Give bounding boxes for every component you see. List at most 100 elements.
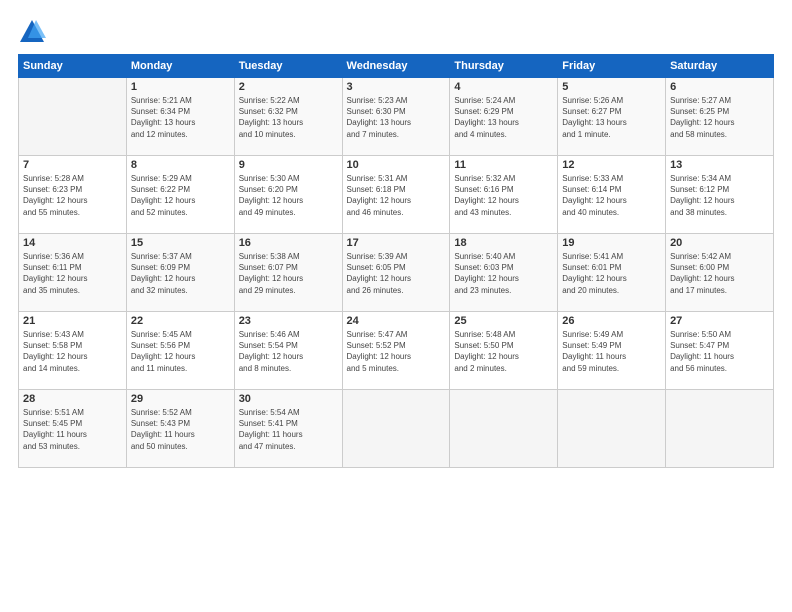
calendar-cell: 6 Sunrise: 5:27 AM Sunset: 6:25 PM Daylig… xyxy=(666,78,774,156)
calendar-cell: 4Sunrise: 5:24 AM Sunset: 6:29 PM Daylig… xyxy=(450,78,558,156)
day-number: 10 xyxy=(347,159,446,171)
calendar-cell: 7 Sunrise: 5:28 AM Sunset: 6:23 PM Daylig… xyxy=(19,156,127,234)
logo xyxy=(18,18,50,46)
day-info: Sunrise: 5:50 AM Sunset: 5:47 PM Dayligh… xyxy=(670,329,769,374)
day-number: 21 xyxy=(23,315,122,327)
day-info: Sunrise: 5:48 AM Sunset: 5:50 PM Dayligh… xyxy=(454,329,553,374)
day-info: Sunrise: 5:22 AM Sunset: 6:32 PM Dayligh… xyxy=(239,95,338,140)
day-info: Sunrise: 5:40 AM Sunset: 6:03 PM Dayligh… xyxy=(454,251,553,296)
day-number: 11 xyxy=(454,159,553,171)
day-number: 8 xyxy=(131,159,230,171)
day-number: 2 xyxy=(239,81,338,93)
day-number: 22 xyxy=(131,315,230,327)
day-number: 17 xyxy=(347,237,446,249)
calendar-cell xyxy=(342,390,450,468)
day-info: Sunrise: 5:27 AM Sunset: 6:25 PM Dayligh… xyxy=(670,95,769,140)
day-info: Sunrise: 5:42 AM Sunset: 6:00 PM Dayligh… xyxy=(670,251,769,296)
calendar-cell xyxy=(19,78,127,156)
calendar-cell: 10 Sunrise: 5:31 AM Sunset: 6:18 PM Dayli… xyxy=(342,156,450,234)
day-number: 26 xyxy=(562,315,661,327)
day-number: 19 xyxy=(562,237,661,249)
calendar-cell: 26 Sunrise: 5:49 AM Sunset: 5:49 PM Dayli… xyxy=(558,312,666,390)
day-info: Sunrise: 5:33 AM Sunset: 6:14 PM Dayligh… xyxy=(562,173,661,218)
day-number: 4 xyxy=(454,81,553,93)
calendar-table: SundayMondayTuesdayWednesdayThursdayFrid… xyxy=(18,54,774,468)
day-info: Sunrise: 5:28 AM Sunset: 6:23 PM Dayligh… xyxy=(23,173,122,218)
logo-icon xyxy=(18,18,46,46)
calendar-cell: 16Sunrise: 5:38 AM Sunset: 6:07 PM Dayli… xyxy=(234,234,342,312)
calendar-cell: 13 Sunrise: 5:34 AM Sunset: 6:12 PM Dayli… xyxy=(666,156,774,234)
day-info: Sunrise: 5:29 AM Sunset: 6:22 PM Dayligh… xyxy=(131,173,230,218)
day-number: 12 xyxy=(562,159,661,171)
calendar-cell: 17 Sunrise: 5:39 AM Sunset: 6:05 PM Dayli… xyxy=(342,234,450,312)
day-number: 30 xyxy=(239,393,338,405)
day-info: Sunrise: 5:46 AM Sunset: 5:54 PM Dayligh… xyxy=(239,329,338,374)
calendar-cell: 21 Sunrise: 5:43 AM Sunset: 5:58 PM Dayli… xyxy=(19,312,127,390)
day-info: Sunrise: 5:54 AM Sunset: 5:41 PM Dayligh… xyxy=(239,407,338,452)
day-number: 23 xyxy=(239,315,338,327)
calendar-cell: 27 Sunrise: 5:50 AM Sunset: 5:47 PM Dayli… xyxy=(666,312,774,390)
calendar-cell: 12 Sunrise: 5:33 AM Sunset: 6:14 PM Dayli… xyxy=(558,156,666,234)
day-number: 25 xyxy=(454,315,553,327)
day-number: 14 xyxy=(23,237,122,249)
col-header-friday: Friday xyxy=(558,55,666,78)
day-number: 20 xyxy=(670,237,769,249)
day-number: 24 xyxy=(347,315,446,327)
calendar-cell: 19Sunrise: 5:41 AM Sunset: 6:01 PM Dayli… xyxy=(558,234,666,312)
calendar-cell: 3 Sunrise: 5:23 AM Sunset: 6:30 PM Daylig… xyxy=(342,78,450,156)
day-info: Sunrise: 5:34 AM Sunset: 6:12 PM Dayligh… xyxy=(670,173,769,218)
day-info: Sunrise: 5:21 AM Sunset: 6:34 PM Dayligh… xyxy=(131,95,230,140)
calendar-cell xyxy=(558,390,666,468)
day-number: 27 xyxy=(670,315,769,327)
calendar-cell: 23 Sunrise: 5:46 AM Sunset: 5:54 PM Dayli… xyxy=(234,312,342,390)
day-info: Sunrise: 5:26 AM Sunset: 6:27 PM Dayligh… xyxy=(562,95,661,140)
col-header-monday: Monday xyxy=(126,55,234,78)
calendar-cell: 2 Sunrise: 5:22 AM Sunset: 6:32 PM Daylig… xyxy=(234,78,342,156)
col-header-sunday: Sunday xyxy=(19,55,127,78)
calendar-cell: 28 Sunrise: 5:51 AM Sunset: 5:45 PM Dayli… xyxy=(19,390,127,468)
day-info: Sunrise: 5:39 AM Sunset: 6:05 PM Dayligh… xyxy=(347,251,446,296)
calendar-cell: 15 Sunrise: 5:37 AM Sunset: 6:09 PM Dayli… xyxy=(126,234,234,312)
calendar-cell: 1Sunrise: 5:21 AM Sunset: 6:34 PM Daylig… xyxy=(126,78,234,156)
day-number: 3 xyxy=(347,81,446,93)
day-number: 18 xyxy=(454,237,553,249)
calendar-cell: 22 Sunrise: 5:45 AM Sunset: 5:56 PM Dayli… xyxy=(126,312,234,390)
calendar-cell: 8 Sunrise: 5:29 AM Sunset: 6:22 PM Daylig… xyxy=(126,156,234,234)
col-header-wednesday: Wednesday xyxy=(342,55,450,78)
day-number: 29 xyxy=(131,393,230,405)
day-number: 13 xyxy=(670,159,769,171)
calendar-cell: 5 Sunrise: 5:26 AM Sunset: 6:27 PM Daylig… xyxy=(558,78,666,156)
day-info: Sunrise: 5:47 AM Sunset: 5:52 PM Dayligh… xyxy=(347,329,446,374)
day-info: Sunrise: 5:52 AM Sunset: 5:43 PM Dayligh… xyxy=(131,407,230,452)
calendar-cell xyxy=(450,390,558,468)
calendar-cell xyxy=(666,390,774,468)
calendar-cell: 14Sunrise: 5:36 AM Sunset: 6:11 PM Dayli… xyxy=(19,234,127,312)
calendar-cell: 29 Sunrise: 5:52 AM Sunset: 5:43 PM Dayli… xyxy=(126,390,234,468)
calendar-cell: 11Sunrise: 5:32 AM Sunset: 6:16 PM Dayli… xyxy=(450,156,558,234)
calendar-cell: 20 Sunrise: 5:42 AM Sunset: 6:00 PM Dayli… xyxy=(666,234,774,312)
col-header-thursday: Thursday xyxy=(450,55,558,78)
calendar-cell: 25 Sunrise: 5:48 AM Sunset: 5:50 PM Dayli… xyxy=(450,312,558,390)
calendar-cell: 18 Sunrise: 5:40 AM Sunset: 6:03 PM Dayli… xyxy=(450,234,558,312)
day-info: Sunrise: 5:38 AM Sunset: 6:07 PM Dayligh… xyxy=(239,251,338,296)
col-header-tuesday: Tuesday xyxy=(234,55,342,78)
calendar-cell: 9 Sunrise: 5:30 AM Sunset: 6:20 PM Daylig… xyxy=(234,156,342,234)
day-info: Sunrise: 5:51 AM Sunset: 5:45 PM Dayligh… xyxy=(23,407,122,452)
day-number: 6 xyxy=(670,81,769,93)
day-info: Sunrise: 5:45 AM Sunset: 5:56 PM Dayligh… xyxy=(131,329,230,374)
day-info: Sunrise: 5:37 AM Sunset: 6:09 PM Dayligh… xyxy=(131,251,230,296)
col-header-saturday: Saturday xyxy=(666,55,774,78)
day-info: Sunrise: 5:23 AM Sunset: 6:30 PM Dayligh… xyxy=(347,95,446,140)
page-header xyxy=(18,18,774,46)
day-info: Sunrise: 5:49 AM Sunset: 5:49 PM Dayligh… xyxy=(562,329,661,374)
day-info: Sunrise: 5:43 AM Sunset: 5:58 PM Dayligh… xyxy=(23,329,122,374)
day-number: 15 xyxy=(131,237,230,249)
day-number: 5 xyxy=(562,81,661,93)
day-number: 9 xyxy=(239,159,338,171)
day-number: 7 xyxy=(23,159,122,171)
calendar-cell: 30 Sunrise: 5:54 AM Sunset: 5:41 PM Dayli… xyxy=(234,390,342,468)
day-number: 28 xyxy=(23,393,122,405)
calendar-cell: 24 Sunrise: 5:47 AM Sunset: 5:52 PM Dayli… xyxy=(342,312,450,390)
day-info: Sunrise: 5:30 AM Sunset: 6:20 PM Dayligh… xyxy=(239,173,338,218)
day-info: Sunrise: 5:31 AM Sunset: 6:18 PM Dayligh… xyxy=(347,173,446,218)
